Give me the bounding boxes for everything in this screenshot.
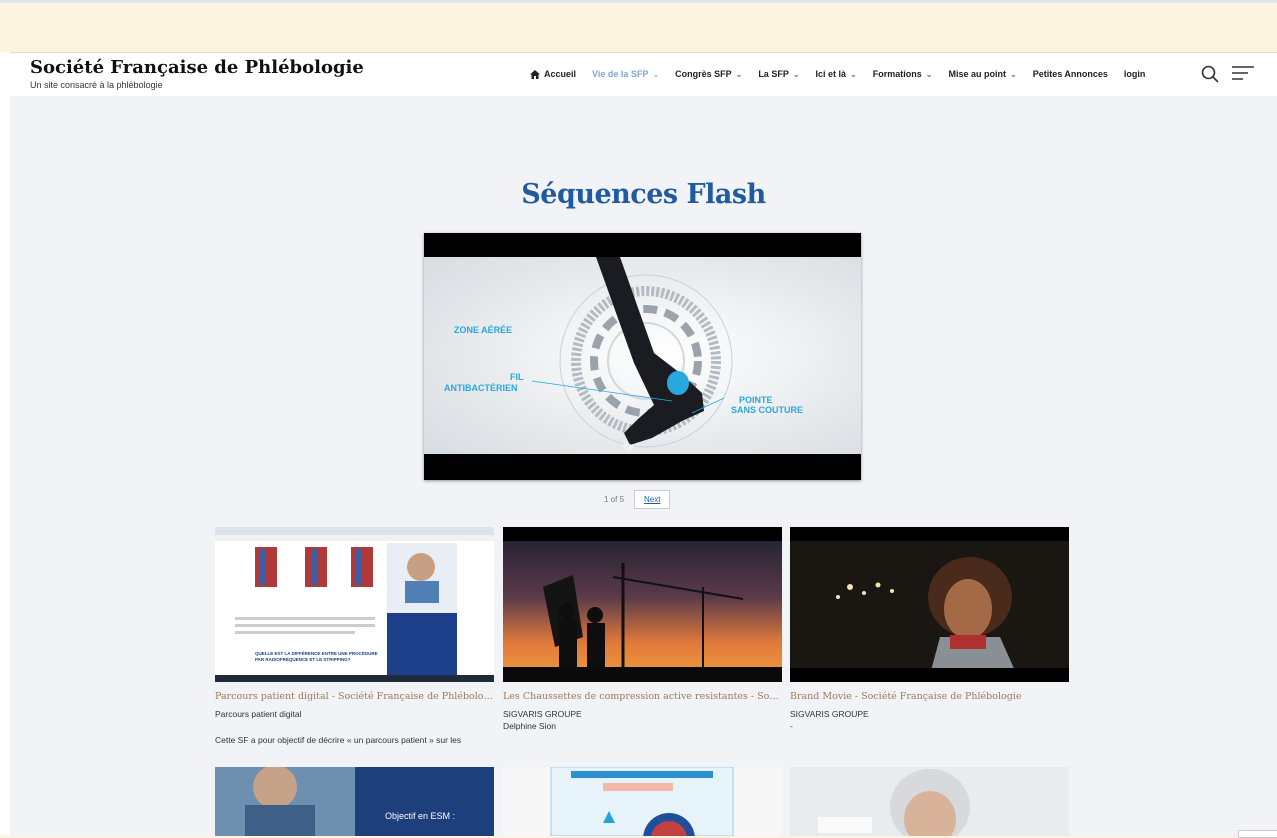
nav-item-label: login	[1123, 69, 1146, 79]
video-card-portrait[interactable]	[790, 767, 1069, 836]
card-description: Cette SF a pour objectif de décrire « un…	[215, 735, 462, 745]
site-title[interactable]: Société Française de Phlébologie	[30, 57, 364, 78]
chevron-down-icon: ⌄	[925, 69, 933, 79]
video-label-sans-couture: SANS COUTURE	[731, 405, 803, 415]
nav-item-congres-sfp[interactable]: Congrès SFP ⌄	[675, 69, 742, 79]
card-author: SIGVARIS GROUPE	[503, 709, 582, 719]
browser-top-band	[0, 0, 1277, 52]
nav-item-petites-annonces[interactable]: Petites Annonces	[1033, 69, 1108, 79]
video-pager: 1 of 5 Next	[604, 490, 671, 509]
chevron-down-icon: ⌄	[652, 69, 660, 79]
nav-item-la-sfp[interactable]: La SFP ⌄	[758, 69, 799, 79]
thumbnail-banner-line2: PAR RADIOFRÉQUENCE ET LE STRIPPING?	[255, 655, 351, 662]
home-icon	[530, 69, 540, 79]
page-container: Société Française de Phlébologie Un site…	[10, 52, 1277, 838]
thumbnail-banner-line1: QUELLE EST LA DIFFÉRENCE ENTRE UNE PROCÉ…	[255, 649, 378, 656]
card-title[interactable]: Parcours patient digital - Société Franç…	[215, 691, 494, 702]
card-author: SIGVARIS GROUPE	[790, 709, 869, 719]
video-label-antibacterien: ANTIBACTÉRIEN	[444, 383, 518, 393]
nav-item-label: Accueil	[544, 69, 577, 79]
nav-item-label: Vie de la SFP	[592, 69, 649, 79]
nav-item-accueil[interactable]: Accueil	[530, 69, 576, 79]
nav-item-label: La SFP	[758, 69, 789, 79]
video-card-brand-movie[interactable]: Brand Movie - Société Française de Phléb…	[790, 527, 1069, 731]
video-card-chaussettes[interactable]: Les Chaussettes de compression active re…	[503, 527, 782, 731]
card-contributor: Delphine Sion	[503, 721, 556, 731]
video-player[interactable]: ZONE AÉRÉE FIL ANTIBACTÉRIEN POINTE SANS…	[424, 233, 861, 480]
scroll-corner	[1238, 830, 1277, 838]
chevron-down-icon: ⌄	[792, 69, 800, 79]
thumbnail-brand-movie[interactable]	[790, 527, 1069, 682]
nav-item-label: Formations	[872, 69, 922, 79]
card-contributor: -	[790, 721, 793, 731]
video-label-fil: FIL	[510, 372, 524, 382]
nav-item-label: Ici et là	[815, 69, 847, 79]
card-title[interactable]: Brand Movie - Société Française de Phléb…	[790, 691, 1069, 702]
chevron-down-icon: ⌄	[1009, 69, 1017, 79]
pager-status: 1 of 5	[604, 495, 625, 504]
page-title: Séquences Flash	[521, 179, 766, 211]
video-card-esm[interactable]: Objectif en ESM :	[215, 767, 494, 836]
nav-item-formations[interactable]: Formations ⌄	[873, 69, 933, 79]
video-card-diagram[interactable]	[503, 767, 782, 836]
thumbnail-construction-sunset[interactable]	[503, 527, 782, 682]
chevron-down-icon: ⌄	[850, 69, 857, 79]
heel-zone-graphic	[667, 371, 689, 395]
thumbnail-esm[interactable]: Objectif en ESM :	[215, 767, 494, 836]
video-frame[interactable]: ZONE AÉRÉE FIL ANTIBACTÉRIEN POINTE SANS…	[424, 233, 861, 480]
video-card-parcours[interactable]: QUELLE EST LA DIFFÉRENCE ENTRE UNE PROCÉ…	[215, 527, 494, 745]
video-label-pointe: POINTE	[739, 395, 773, 405]
site-subtitle: Un site consacré à la phlébologie	[30, 80, 163, 90]
chevron-down-icon: ⌄	[735, 69, 743, 79]
site-header: Société Française de Phlébologie Un site…	[10, 53, 1277, 96]
esm-thumbnail-text: Objectif en ESM :	[385, 811, 455, 821]
nav-item-login[interactable]: login	[1124, 69, 1146, 79]
card-subtitle: Parcours patient digital	[215, 709, 302, 719]
nav-item-label: Congrès SFP	[675, 69, 732, 79]
video-label-zone: ZONE AÉRÉE	[454, 325, 512, 335]
card-title[interactable]: Les Chaussettes de compression active re…	[503, 691, 782, 702]
nav-item-label: Petites Annonces	[1032, 69, 1108, 79]
nav-item-label: Mise au point	[948, 69, 1006, 79]
nav-item-ici-et-la[interactable]: Ici et là ⌄	[816, 69, 857, 79]
hamburger-menu-icon[interactable]	[1232, 65, 1254, 81]
thumbnail-portrait[interactable]	[790, 767, 1069, 836]
nav-item-vie-de-la-sfp[interactable]: Vie de la SFP ⌄	[592, 69, 659, 79]
main-nav: Accueil Vie de la SFP ⌄ Congrès SFP ⌄ La…	[530, 69, 1161, 79]
thumbnail-website-screenshot[interactable]: QUELLE EST LA DIFFÉRENCE ENTRE UNE PROCÉ…	[215, 527, 494, 682]
next-button[interactable]: Next	[634, 490, 671, 509]
search-icon[interactable]	[1201, 65, 1219, 83]
nav-item-mise-au-point[interactable]: Mise au point ⌄	[948, 69, 1016, 79]
thumbnail-diagram[interactable]	[503, 767, 782, 836]
